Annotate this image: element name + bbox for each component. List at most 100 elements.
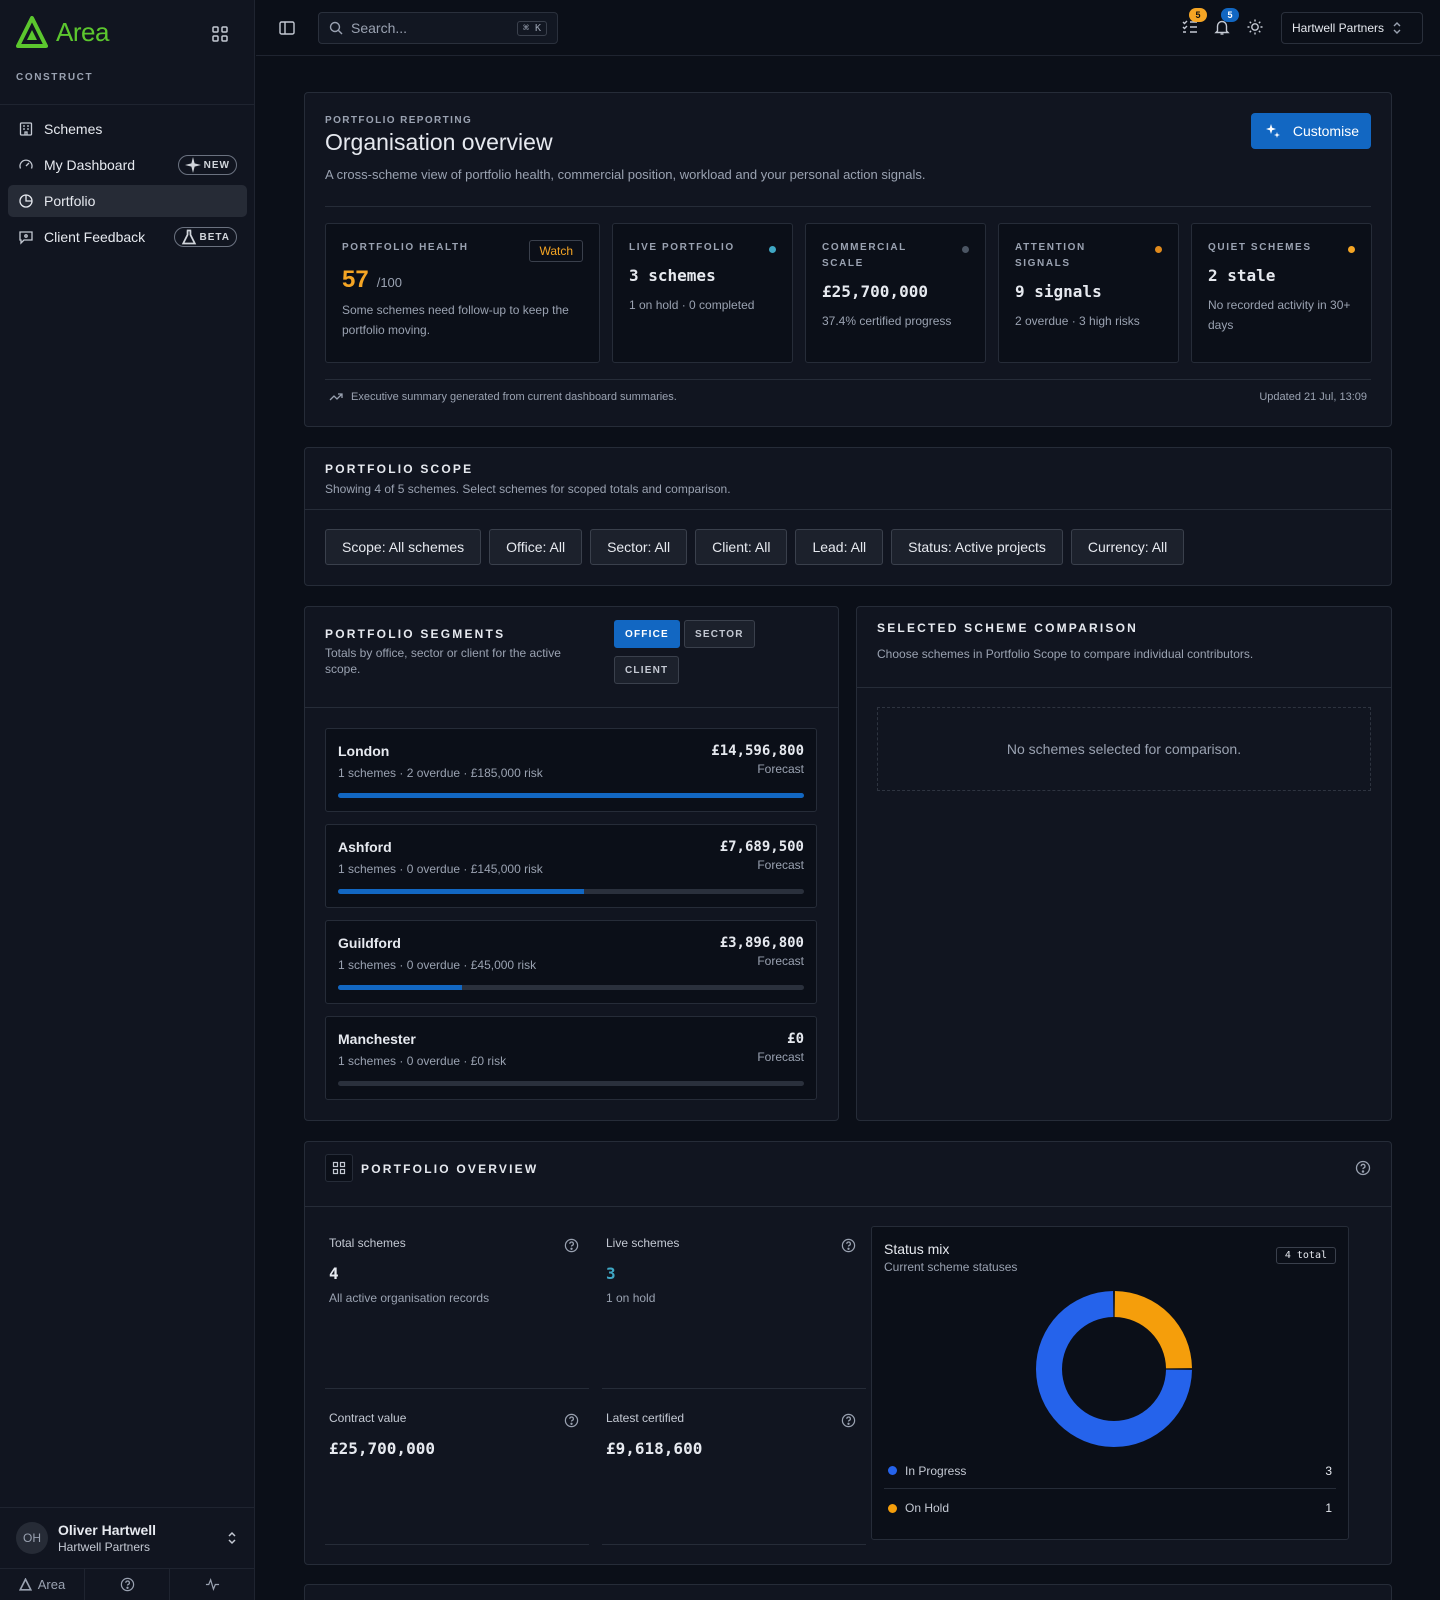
segment-row-ashford[interactable]: Ashford 1 schemes · 0 overdue · £145,000…: [325, 824, 817, 908]
stat-label: QUIET SCHEMES: [1208, 242, 1312, 253]
help-icon[interactable]: [841, 1413, 856, 1428]
organisation-overview-card: PORTFOLIO REPORTING Organisation overvie…: [304, 92, 1392, 427]
user-menu[interactable]: OH Oliver Hartwell Hartwell Partners: [0, 1507, 254, 1567]
metric-latest-certified: Latest certified £9,618,600: [602, 1407, 866, 1567]
tasks-count-badge: 5: [1189, 8, 1207, 22]
search-input[interactable]: [351, 20, 509, 36]
divider: [602, 1388, 866, 1389]
health-score: 57: [342, 266, 369, 293]
footer-app-link[interactable]: Area: [0, 1569, 85, 1600]
sidebar-footer: Area: [0, 1568, 254, 1600]
search-icon: [329, 21, 343, 35]
stat-value: 3 schemes: [629, 266, 716, 285]
sidebar-nav: Schemes My Dashboard NEW Portfolio Clien…: [8, 113, 247, 257]
segment-progress-fill: [338, 889, 584, 894]
help-icon[interactable]: [564, 1238, 579, 1253]
sidebar-toggle-icon[interactable]: [278, 19, 296, 37]
metric-total-schemes: Total schemes 4 All active organisation …: [325, 1232, 589, 1392]
legend-count: 3: [1325, 1463, 1332, 1478]
summary-note-text: Executive summary generated from current…: [351, 391, 677, 403]
organisation-select[interactable]: Hartwell Partners: [1281, 12, 1423, 44]
chevron-up-down-icon: [1393, 22, 1401, 34]
segment-value: £3,896,800: [719, 935, 804, 951]
stat-live-portfolio: LIVE PORTFOLIO 3 schemes 1 on hold · 0 c…: [612, 223, 793, 363]
legend-swatch: [888, 1466, 897, 1475]
status-mix-card: Status mix Current scheme statuses 4 tot…: [871, 1226, 1349, 1540]
message-icon: [19, 231, 33, 245]
status-dot: [1348, 246, 1355, 253]
tasks-button[interactable]: 5: [1181, 8, 1207, 38]
sidebar-item-label: Schemes: [44, 121, 103, 137]
area-logo-icon: [18, 1578, 32, 1591]
filter-scope[interactable]: Scope: All schemes: [325, 529, 482, 565]
tab-office[interactable]: OFFICE: [614, 620, 680, 648]
stat-quiet-schemes: QUIET SCHEMES 2 stale No recorded activi…: [1191, 223, 1372, 363]
filter-office[interactable]: Office: All: [489, 529, 583, 565]
portfolio-segments-card: PORTFOLIO SEGMENTS Totals by office, sec…: [304, 606, 839, 1121]
notifications-button[interactable]: 5: [1213, 8, 1239, 38]
section-title: PORTFOLIO SCOPE: [325, 462, 474, 476]
sidebar-item-client-feedback[interactable]: Client Feedback BETA: [8, 221, 247, 253]
divider: [857, 687, 1391, 688]
summary-note: Executive summary generated from current…: [329, 391, 677, 403]
legend-item-on-hold: On Hold 1: [884, 1490, 1336, 1526]
segment-progress-track: [338, 985, 804, 990]
segment-meta: 1 schemes · 0 overdue · £45,000 risk: [338, 958, 537, 972]
help-icon[interactable]: [564, 1413, 579, 1428]
user-org: Hartwell Partners: [58, 1539, 151, 1554]
segment-progress-track: [338, 793, 804, 798]
segment-meta: 1 schemes · 0 overdue · £145,000 risk: [338, 862, 543, 876]
segment-row-guildford[interactable]: Guildford 1 schemes · 0 overdue · £45,00…: [325, 920, 817, 1004]
beta-badge-label: BETA: [199, 231, 230, 243]
stat-value: 2 stale: [1208, 266, 1276, 285]
notifications-count-badge: 5: [1221, 8, 1239, 22]
tab-client[interactable]: CLIENT: [614, 656, 680, 684]
section-title: PORTFOLIO OVERVIEW: [361, 1162, 539, 1176]
new-badge: NEW: [177, 155, 237, 175]
segment-forecast-label: Forecast: [757, 1050, 804, 1064]
help-icon[interactable]: [841, 1238, 856, 1253]
new-badge-label: NEW: [203, 159, 230, 171]
app-grid-icon[interactable]: [210, 24, 230, 44]
metric-label: Latest certified: [606, 1411, 685, 1425]
segment-row-manchester[interactable]: Manchester 1 schemes · 0 overdue · £0 ri…: [325, 1016, 817, 1100]
tab-sector[interactable]: SECTOR: [684, 620, 755, 648]
activity-icon: [205, 1577, 219, 1592]
status-dot: [769, 246, 776, 253]
search-box[interactable]: ⌘ K: [318, 12, 558, 44]
sidebar-item-my-dashboard[interactable]: My Dashboard NEW: [8, 149, 247, 181]
metric-label: Live schemes: [606, 1236, 680, 1250]
search-shortcut: ⌘ K: [516, 20, 547, 36]
metric-value: 4: [329, 1264, 339, 1283]
filter-lead[interactable]: Lead: All: [795, 529, 884, 565]
brand[interactable]: Area: [16, 16, 109, 48]
activity-button[interactable]: [170, 1569, 254, 1600]
sparkle-icon: [184, 157, 201, 173]
metric-contract-value: Contract value £25,700,000: [325, 1407, 589, 1567]
health-score-unit: /100: [376, 275, 403, 290]
scope-filters: Scope: All schemes Office: All Sector: A…: [325, 529, 1185, 565]
status-dot: [1155, 246, 1162, 253]
segment-progress-track: [338, 1081, 804, 1086]
theme-toggle[interactable]: [1246, 18, 1266, 38]
portfolio-overview-card: PORTFOLIO OVERVIEW Total schemes 4 All a…: [304, 1141, 1392, 1565]
legend-item-in-progress: In Progress 3: [884, 1453, 1336, 1489]
segment-row-london[interactable]: London 1 schemes · 2 overdue · £185,000 …: [325, 728, 817, 812]
filter-client[interactable]: Client: All: [695, 529, 788, 565]
stat-value: £25,700,000: [822, 282, 928, 301]
filter-status[interactable]: Status: Active projects: [891, 529, 1063, 565]
legend-label: On Hold: [905, 1501, 950, 1515]
donut-slice-on-hold: [1114, 1291, 1192, 1369]
page-title: Organisation overview: [325, 129, 553, 155]
metric-label: Contract value: [329, 1411, 407, 1425]
sidebar-divider: [0, 104, 254, 105]
customise-button[interactable]: Customise: [1250, 113, 1371, 149]
help-icon[interactable]: [1355, 1160, 1371, 1176]
filter-currency[interactable]: Currency: All: [1070, 529, 1185, 565]
sidebar-item-portfolio[interactable]: Portfolio: [8, 185, 247, 217]
filter-sector[interactable]: Sector: All: [590, 529, 688, 565]
help-button[interactable]: [85, 1569, 170, 1600]
segment-value: £14,596,800: [711, 743, 804, 759]
sidebar-item-schemes[interactable]: Schemes: [8, 113, 247, 145]
stat-attention-signals: ATTENTION SIGNALS 9 signals 2 overdue · …: [998, 223, 1179, 363]
